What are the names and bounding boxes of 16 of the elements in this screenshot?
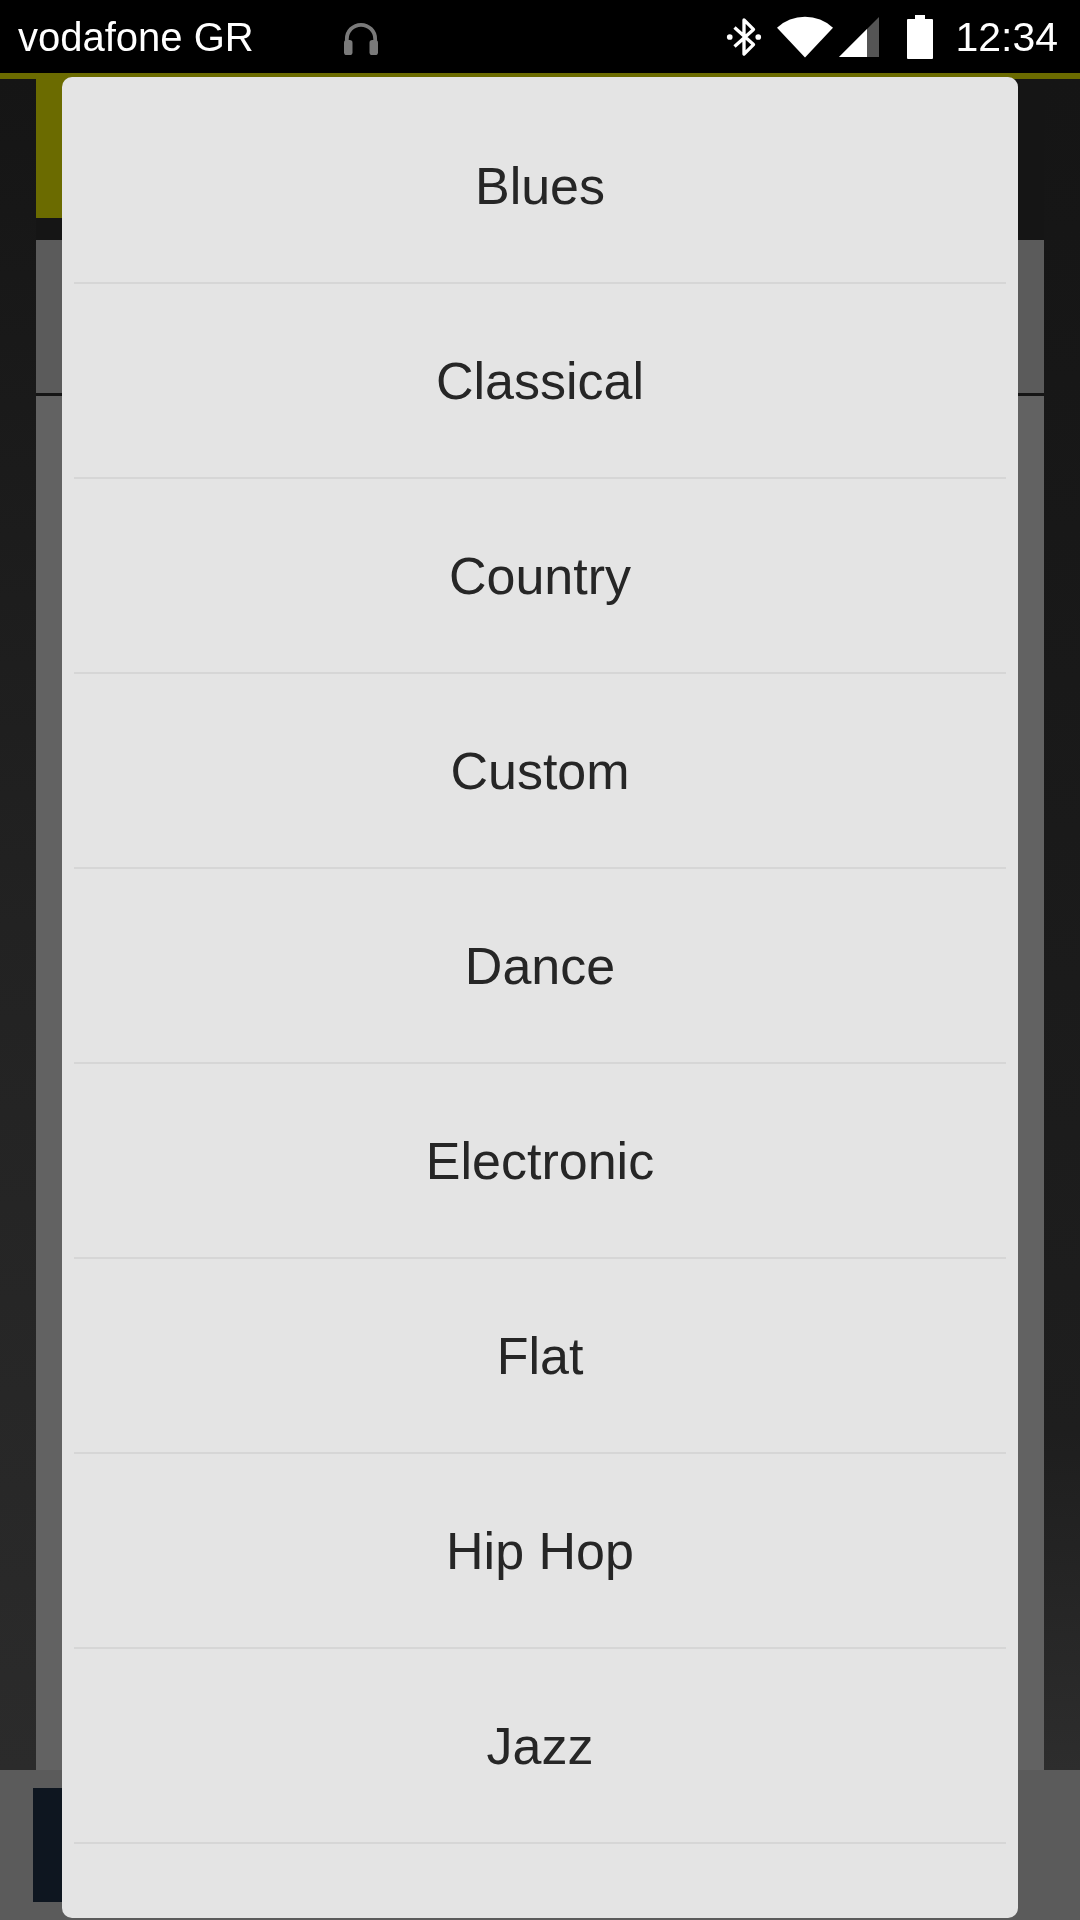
list-item[interactable]: Flat [62,1259,1018,1452]
list-item[interactable]: Dance [62,869,1018,1062]
clock-time: 12:34 [955,12,1058,61]
wifi-icon [777,15,834,58]
list-item[interactable]: Hip Hop [62,1454,1018,1647]
bluetooth-icon [725,15,764,58]
list-item[interactable]: Jazz [62,1649,1018,1842]
list-item[interactable]: Classical [62,284,1018,477]
list-item[interactable]: Custom [62,674,1018,867]
list-item[interactable]: Blues [62,89,1018,282]
signal-icon [839,16,880,57]
headphones-icon [341,20,380,55]
battery-icon [907,14,934,59]
list-item[interactable]: Country [62,479,1018,672]
carrier-name: vodafone GR [18,13,254,61]
list-item[interactable]: Electronic [62,1064,1018,1257]
